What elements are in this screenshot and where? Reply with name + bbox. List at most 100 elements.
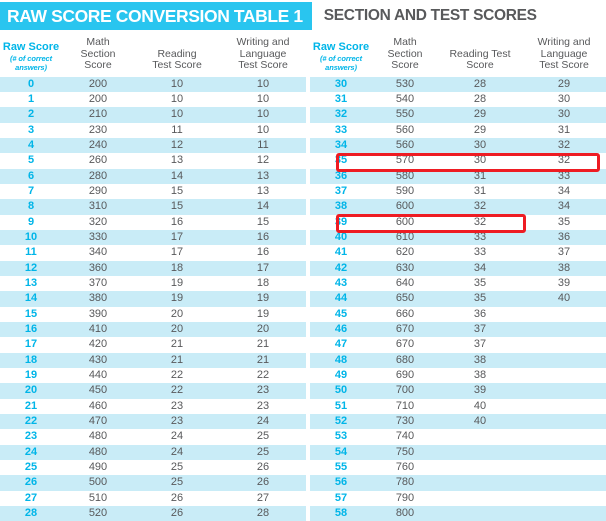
cell-math-score: 630: [372, 261, 438, 276]
cell-writing-score: 26: [220, 460, 306, 475]
table-row: 54750: [310, 445, 606, 460]
cell-math-score: 760: [372, 460, 438, 475]
cell-math-score: 510: [62, 491, 134, 506]
cell-math-score: 550: [372, 107, 438, 122]
cell-writing-score: [522, 307, 606, 322]
cell-writing-score: 16: [220, 245, 306, 260]
cell-reading-score: 31: [438, 169, 522, 184]
cell-reading-score: 32: [438, 215, 522, 230]
cell-math-score: 560: [372, 123, 438, 138]
cell-reading-score: 16: [134, 215, 220, 230]
cell-raw-score: 19: [0, 368, 62, 383]
cell-writing-score: 26: [220, 475, 306, 490]
cell-reading-score: 33: [438, 230, 522, 245]
cell-raw-score: 6: [0, 169, 62, 184]
cell-raw-score: 27: [0, 491, 62, 506]
cell-writing-score: 20: [220, 322, 306, 337]
table-row: 164102020: [0, 322, 306, 337]
cell-raw-score: 44: [310, 291, 372, 306]
cell-reading-score: 26: [134, 506, 220, 521]
cell-reading-score: 37: [438, 337, 522, 352]
cell-math-score: 670: [372, 337, 438, 352]
cell-raw-score: 4: [0, 138, 62, 153]
cell-math-score: 570: [372, 153, 438, 168]
table-row: 42401211: [0, 138, 306, 153]
cell-raw-score: 49: [310, 368, 372, 383]
cell-math-score: 280: [62, 169, 134, 184]
right-table-head: Raw Score (# of correct answers) Math Se…: [310, 37, 606, 77]
cell-raw-score: 11: [0, 245, 62, 260]
table-row: 315402830: [310, 92, 606, 107]
cell-writing-score: 37: [522, 245, 606, 260]
cell-raw-score: 50: [310, 383, 372, 398]
reading-line-1: Reading: [157, 48, 196, 60]
cell-reading-score: 10: [134, 92, 220, 107]
cell-math-score: 620: [372, 245, 438, 260]
math-line-1: Math: [393, 36, 416, 48]
cell-writing-score: 16: [220, 230, 306, 245]
cell-writing-score: 10: [220, 77, 306, 92]
table-row: 55760: [310, 460, 606, 475]
cell-raw-score: 24: [0, 445, 62, 460]
table-row: 254902526: [0, 460, 306, 475]
cell-reading-score: 36: [438, 307, 522, 322]
cell-math-score: 790: [372, 491, 438, 506]
reading-line-2: Test Score: [152, 59, 202, 71]
cell-writing-score: 15: [220, 215, 306, 230]
cell-raw-score: 15: [0, 307, 62, 322]
raw-score-table-right: Raw Score (# of correct answers) Math Se…: [310, 37, 606, 521]
cell-writing-score: 23: [220, 383, 306, 398]
cell-writing-score: [522, 368, 606, 383]
cell-raw-score: 38: [310, 199, 372, 214]
cell-raw-score: 5: [0, 153, 62, 168]
left-table-wrap: Raw Score (# of correct answers) Math Se…: [0, 37, 306, 521]
table-row: 386003234: [310, 199, 606, 214]
col-header-raw-score: Raw Score (# of correct answers): [0, 37, 62, 77]
reading-line-2: Score: [466, 59, 493, 71]
cell-raw-score: 25: [0, 460, 62, 475]
cell-raw-score: 42: [310, 261, 372, 276]
cell-math-score: 710: [372, 399, 438, 414]
right-table-wrap: Raw Score (# of correct answers) Math Se…: [310, 37, 606, 521]
col-header-raw-score: Raw Score (# of correct answers): [310, 37, 372, 77]
raw-score-table-left: Raw Score (# of correct answers) Math Se…: [0, 37, 306, 521]
cell-reading-score: 15: [134, 184, 220, 199]
cell-writing-score: 17: [220, 261, 306, 276]
col-header-reading: Reading Test Score: [438, 37, 522, 77]
cell-writing-score: 34: [522, 184, 606, 199]
cell-math-score: 590: [372, 184, 438, 199]
cell-reading-score: 11: [134, 123, 220, 138]
table-row: 355703032: [310, 153, 606, 168]
cell-raw-score: 43: [310, 276, 372, 291]
cell-writing-score: 24: [220, 414, 306, 429]
cell-writing-score: 36: [522, 230, 606, 245]
cell-writing-score: 32: [522, 153, 606, 168]
cell-writing-score: 27: [220, 491, 306, 506]
cell-raw-score: 37: [310, 184, 372, 199]
cell-reading-score: 14: [134, 169, 220, 184]
cell-math-score: 560: [372, 138, 438, 153]
cell-raw-score: 36: [310, 169, 372, 184]
cell-raw-score: 26: [0, 475, 62, 490]
cell-math-score: 410: [62, 322, 134, 337]
raw-score-label: Raw Score: [3, 41, 59, 53]
cell-math-score: 430: [62, 353, 134, 368]
table-row: 4969038: [310, 368, 606, 383]
cell-reading-score: 39: [438, 383, 522, 398]
cell-math-score: 420: [62, 337, 134, 352]
cell-reading-score: 20: [134, 307, 220, 322]
page-subtitle: SECTION AND TEST SCORES: [312, 2, 537, 30]
cell-math-score: 730: [372, 414, 438, 429]
cell-math-score: 680: [372, 353, 438, 368]
cell-writing-score: 32: [522, 138, 606, 153]
cell-reading-score: 10: [134, 77, 220, 92]
table-row: 244802425: [0, 445, 306, 460]
col-header-writing: Writing and Language Test Score: [220, 37, 306, 77]
cell-raw-score: 20: [0, 383, 62, 398]
cell-writing-score: 23: [220, 399, 306, 414]
cell-raw-score: 57: [310, 491, 372, 506]
table-row: 53740: [310, 429, 606, 444]
cell-writing-score: 10: [220, 123, 306, 138]
cell-reading-score: 30: [438, 153, 522, 168]
cell-writing-score: 11: [220, 138, 306, 153]
